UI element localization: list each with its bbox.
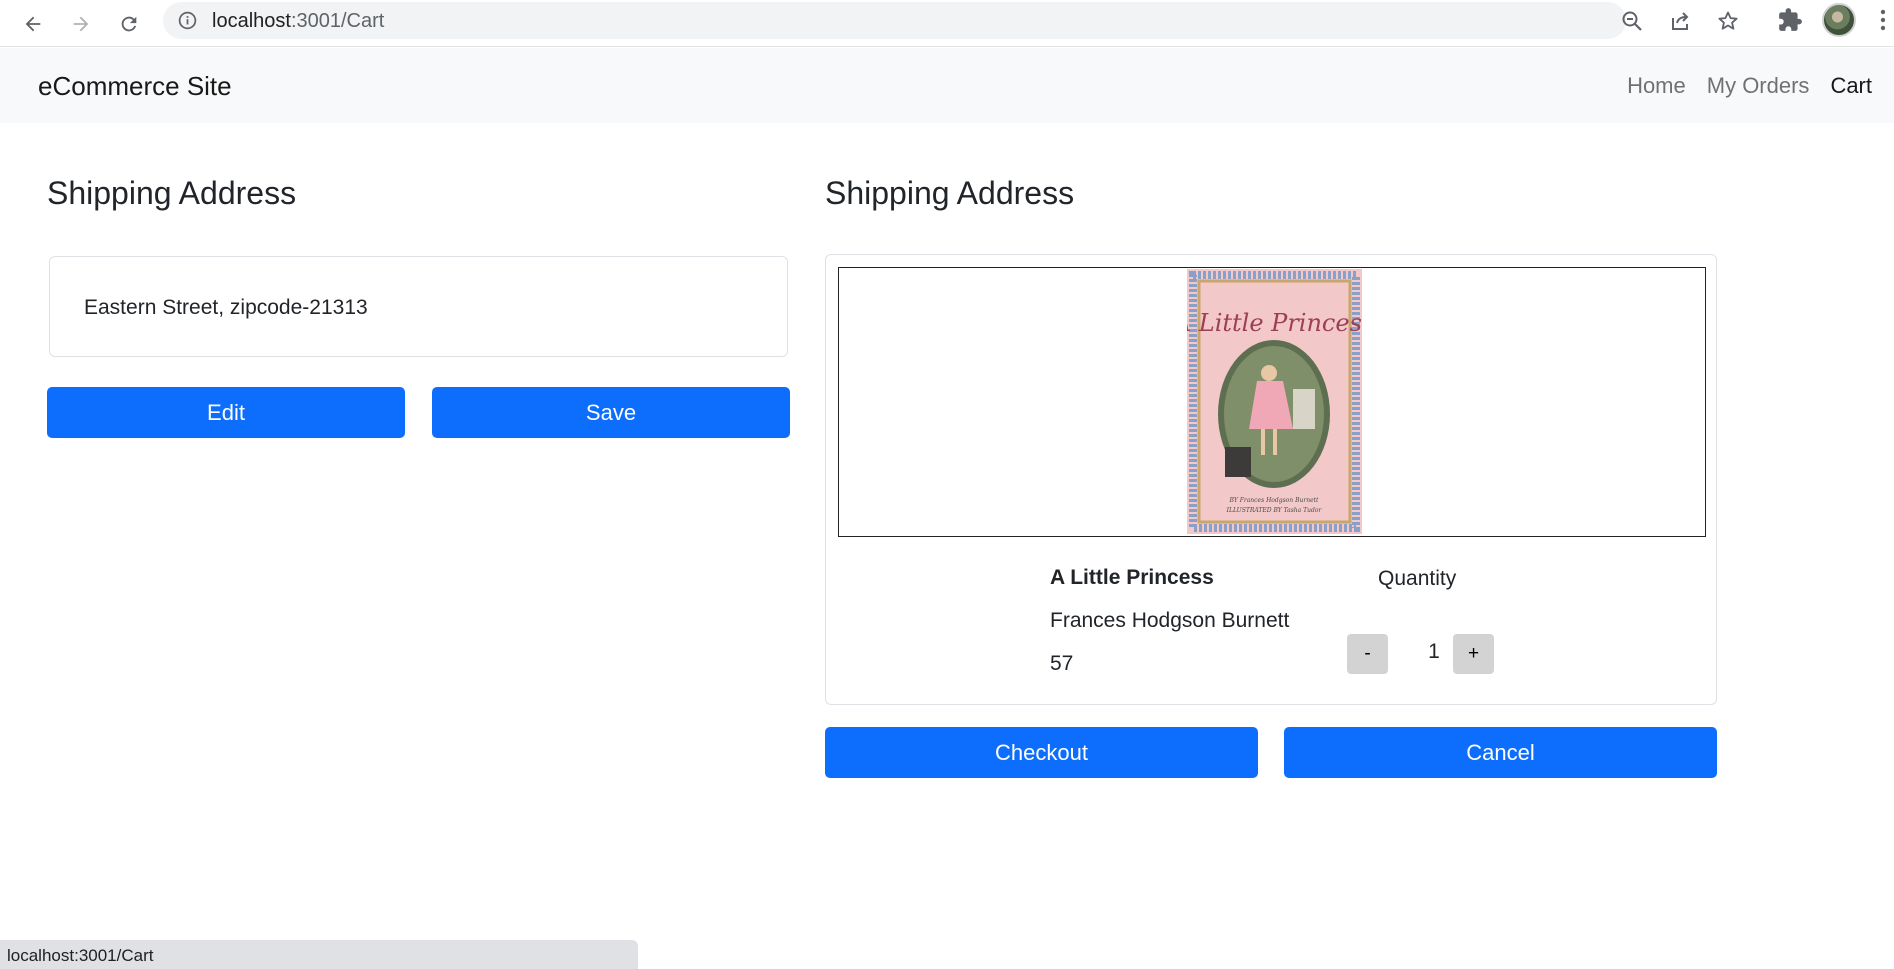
forward-arrow-icon — [73, 16, 89, 32]
nav-links: Home My Orders Cart — [1627, 73, 1872, 99]
decrement-quantity-button[interactable]: - — [1347, 634, 1388, 674]
menu-dots-icon[interactable] — [1879, 8, 1887, 32]
url-text[interactable]: localhost:3001/Cart — [212, 10, 384, 33]
info-icon[interactable] — [177, 10, 198, 31]
extensions-icon[interactable] — [1777, 7, 1803, 33]
reload-icon — [121, 16, 137, 32]
share-icon[interactable] — [1668, 9, 1692, 33]
quantity-value: 1 — [1428, 640, 1440, 663]
status-url-text: localhost:3001/Cart — [7, 946, 154, 965]
shipping-heading: Shipping Address — [47, 175, 297, 211]
reload-button[interactable] — [112, 7, 146, 41]
nav-link-cart[interactable]: Cart — [1830, 73, 1872, 99]
increment-quantity-button[interactable]: + — [1453, 634, 1494, 674]
item-price: 57 — [1050, 652, 1074, 675]
address-bar[interactable]: localhost:3001/Cart — [163, 2, 1738, 39]
cover-author-text: BY Frances Hodgson Burnett — [1229, 497, 1319, 504]
edit-button[interactable]: Edit — [47, 387, 405, 438]
star-icon[interactable] — [1716, 9, 1740, 33]
address-text: Eastern Street, zipcode-21313 — [84, 296, 368, 319]
back-arrow-icon — [25, 16, 41, 32]
cart-item-card: A Little Princess BY Frances Hodgson Bur… — [825, 254, 1717, 705]
product-image-frame: A Little Princess BY Frances Hodgson Bur… — [838, 267, 1706, 537]
save-button[interactable]: Save — [432, 387, 790, 438]
nav-link-my-orders[interactable]: My Orders — [1707, 73, 1810, 99]
cover-title-text: A Little Princess — [1187, 309, 1362, 337]
forward-button[interactable] — [64, 7, 98, 41]
item-author: Frances Hodgson Burnett — [1050, 609, 1290, 632]
browser-status-bar: localhost:3001/Cart — [0, 940, 638, 969]
profile-avatar[interactable] — [1822, 3, 1856, 37]
cart-heading: Shipping Address — [825, 175, 1075, 211]
site-brand[interactable]: eCommerce Site — [38, 71, 232, 102]
cover-illustrator-text: ILLUSTRATED BY Tasha Tudor — [1226, 507, 1323, 514]
address-card: Eastern Street, zipcode-21313 — [49, 256, 788, 357]
browser-toolbar: localhost:3001/Cart — [0, 0, 1894, 47]
site-navbar: eCommerce Site Home My Orders Cart — [0, 48, 1894, 123]
cancel-button[interactable]: Cancel — [1284, 727, 1717, 778]
zoom-out-icon[interactable] — [1620, 9, 1644, 33]
url-path: :3001/Cart — [290, 10, 385, 32]
url-host: localhost — [212, 10, 291, 32]
nav-link-home[interactable]: Home — [1627, 73, 1686, 99]
checkout-button[interactable]: Checkout — [825, 727, 1258, 778]
item-title: A Little Princess — [1050, 566, 1214, 589]
back-button[interactable] — [16, 7, 50, 41]
quantity-label: Quantity — [1378, 567, 1457, 590]
book-cover-image: A Little Princess BY Frances Hodgson Bur… — [1187, 269, 1362, 534]
